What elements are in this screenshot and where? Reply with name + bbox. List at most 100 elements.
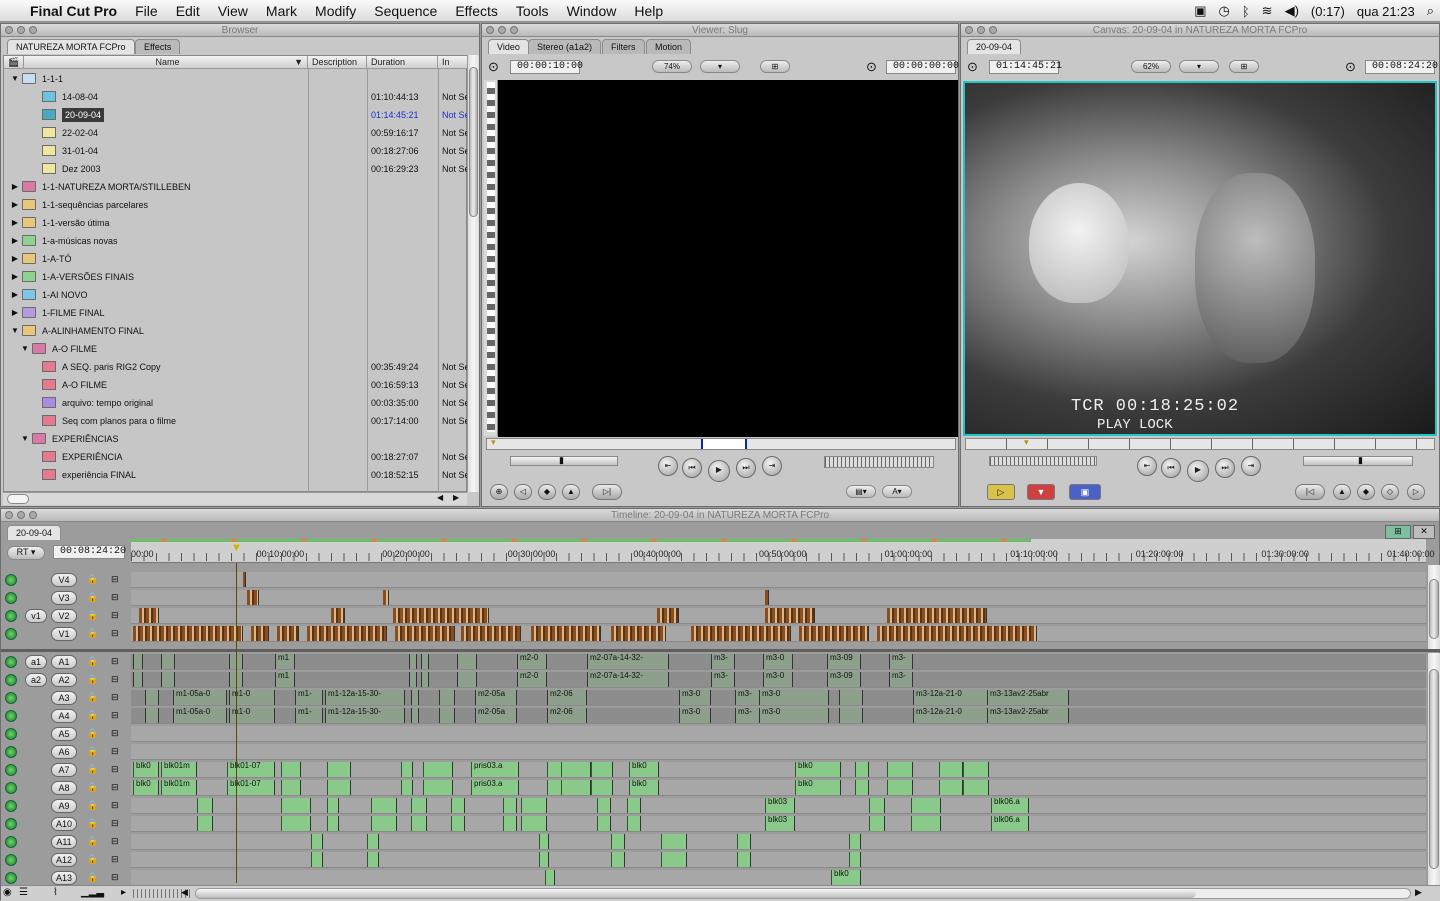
audio-clip[interactable]: m3-0 [759, 690, 829, 705]
audio-clip[interactable]: m3-0 [679, 708, 711, 723]
source-track-control[interactable]: v1 [25, 609, 47, 623]
audio-clip[interactable] [311, 852, 323, 867]
playhead-icon[interactable]: ▾ [491, 437, 496, 448]
audio-clip[interactable]: blk03 [765, 798, 795, 813]
next-edit-icon[interactable]: ⏭ [736, 458, 756, 478]
disclosure-open-icon[interactable]: ▼ [20, 340, 30, 358]
track-lane[interactable] [131, 572, 1426, 588]
video-clip[interactable] [393, 608, 489, 623]
battery-status[interactable]: (0:17) [1311, 4, 1345, 19]
tab-filters[interactable]: Filters [602, 39, 645, 54]
lock-icon[interactable]: 🔒 [87, 692, 98, 703]
lock-icon[interactable]: 🔒 [87, 674, 98, 685]
audio-clip[interactable]: m3-13av2-25abr [987, 708, 1069, 723]
audio-clip[interactable] [627, 798, 641, 813]
audio-clip[interactable] [887, 780, 913, 795]
lock-icon[interactable]: 🔒 [87, 782, 98, 793]
audio-clip[interactable] [439, 690, 455, 705]
add-keyframe-icon[interactable]: ◇ [1381, 484, 1399, 500]
browser-row[interactable]: ▼ 1-1-1 [8, 70, 470, 88]
browser-row[interactable]: ▶ 1-1-NATUREZA MORTA/STILLEBEN [8, 178, 470, 196]
audio-clip[interactable] [281, 780, 301, 795]
audio-clip[interactable]: m1- [295, 690, 323, 705]
zoom-slider-arrow-icon[interactable]: ▸ [121, 887, 126, 898]
audio-clip[interactable]: m3-0 [763, 672, 793, 687]
track-lane[interactable]: blk0 blk01m blk01-07 pris03.a blk0 blk0 [131, 780, 1426, 796]
video-clip[interactable] [139, 608, 159, 623]
audio-track-enable-icon[interactable] [5, 728, 17, 740]
destination-track-control[interactable]: V3 [51, 591, 77, 605]
time-machine-icon[interactable]: ◷ [1219, 3, 1230, 19]
scroll-right-icon[interactable]: ▶ [453, 493, 459, 502]
disclosure-open-icon[interactable]: ▼ [10, 322, 20, 340]
menu-modify[interactable]: Modify [306, 3, 365, 19]
lock-icon[interactable]: 🔒 [87, 656, 98, 667]
auto-select-icon[interactable]: ⊟ [111, 656, 119, 667]
view-popup-icon[interactable]: ▾ [700, 60, 740, 73]
clip-overlays-icon[interactable]: ⌇ [53, 887, 58, 898]
viewer-current-timecode[interactable]: 00:00:00:00 [886, 60, 959, 74]
video-clip[interactable] [657, 608, 679, 623]
track-lane[interactable]: m1-05a-0 m1-0 m1- m1-12a-15-30- m2-05a m2-06 m… [131, 690, 1426, 706]
destination-track-control[interactable]: A11 [51, 835, 77, 849]
auto-select-icon[interactable]: ⊟ [111, 818, 119, 829]
lock-icon[interactable]: 🔒 [87, 800, 98, 811]
audio-clip[interactable]: m2-0 [517, 654, 547, 669]
track-lane[interactable] [131, 726, 1426, 742]
tab-project[interactable]: NATUREZA MORTA FCPro [7, 39, 135, 54]
browser-hscroll[interactable]: ◀ ▶ [3, 492, 467, 505]
audio-clip[interactable]: m1- [295, 708, 323, 723]
video-clip[interactable] [133, 626, 243, 641]
audio-clip[interactable] [911, 798, 941, 813]
audio-clip[interactable]: m3- [711, 672, 735, 687]
audio-clip[interactable] [839, 690, 863, 705]
audio-track-enable-icon[interactable] [5, 818, 17, 830]
auto-select-icon[interactable]: ⊟ [111, 710, 119, 721]
auto-select-icon[interactable]: ⊟ [111, 674, 119, 685]
audio-clip[interactable]: m3-0 [763, 654, 793, 669]
minimize-button[interactable] [17, 26, 25, 34]
audio-clip[interactable] [411, 690, 419, 705]
audio-clip[interactable] [327, 762, 351, 777]
recent-clips-popup[interactable]: ▤▾ [846, 485, 876, 498]
track-size-icon[interactable]: ▁▂▃ [81, 887, 104, 898]
viewer-video-area[interactable] [498, 80, 958, 437]
lock-icon[interactable]: 🔒 [87, 628, 98, 639]
audio-clip[interactable]: m1-12a-15-30- [325, 690, 405, 705]
video-clip[interactable] [765, 608, 815, 623]
browser-row[interactable]: ▼ A-O FILME [8, 340, 470, 358]
scroll-left-icon[interactable]: ◀ [437, 493, 443, 502]
audio-clip[interactable]: blk01m [161, 762, 197, 777]
browser-row[interactable]: ▶ 1-FILME FINAL [8, 304, 470, 322]
destination-track-control[interactable]: A8 [51, 781, 77, 795]
destination-track-control[interactable]: A7 [51, 763, 77, 777]
video-clip[interactable] [277, 626, 299, 641]
browser-row[interactable]: Dez 2003 00:16:29:23 Not Se [8, 160, 470, 178]
video-clip[interactable] [243, 572, 246, 587]
timeline-hscroll[interactable] [195, 888, 1411, 899]
replace-edit-icon[interactable]: ▣ [1069, 484, 1101, 500]
play-icon[interactable]: ▶ [1187, 460, 1209, 482]
audio-clip[interactable] [939, 780, 963, 795]
track-lane[interactable]: blk0 [131, 870, 1426, 886]
insert-edit-icon[interactable]: ▷ [987, 484, 1015, 500]
audio-clip[interactable] [561, 780, 591, 795]
audio-clip[interactable] [311, 834, 323, 849]
zoom-button[interactable] [510, 26, 518, 34]
audio-clip[interactable] [539, 834, 549, 849]
audio-track-enable-icon[interactable] [5, 872, 17, 884]
audio-clip[interactable] [457, 654, 477, 669]
audio-clip[interactable]: m2-05a [475, 690, 517, 705]
audio-clip[interactable] [597, 816, 611, 831]
audio-track-enable-icon[interactable] [5, 782, 17, 794]
canvas-zoom-popup[interactable]: 62% [1131, 60, 1171, 73]
disclosure-closed-icon[interactable]: ▶ [10, 178, 20, 196]
close-button[interactable] [486, 26, 494, 34]
linking-icon[interactable]: ✕ [1413, 525, 1435, 539]
audio-clip[interactable] [737, 834, 751, 849]
col-name[interactable]: Name ▼ [24, 56, 308, 69]
track-lane[interactable]: blk03 blk06.a [131, 816, 1426, 832]
audio-clip[interactable]: m1-05a-0 [173, 708, 227, 723]
prev-edit-icon[interactable]: ⏮ [1161, 458, 1181, 478]
timeline-ruler[interactable]: 00:0000:10:00:0000:20:00:0000:30:00:0000… [131, 539, 1435, 563]
